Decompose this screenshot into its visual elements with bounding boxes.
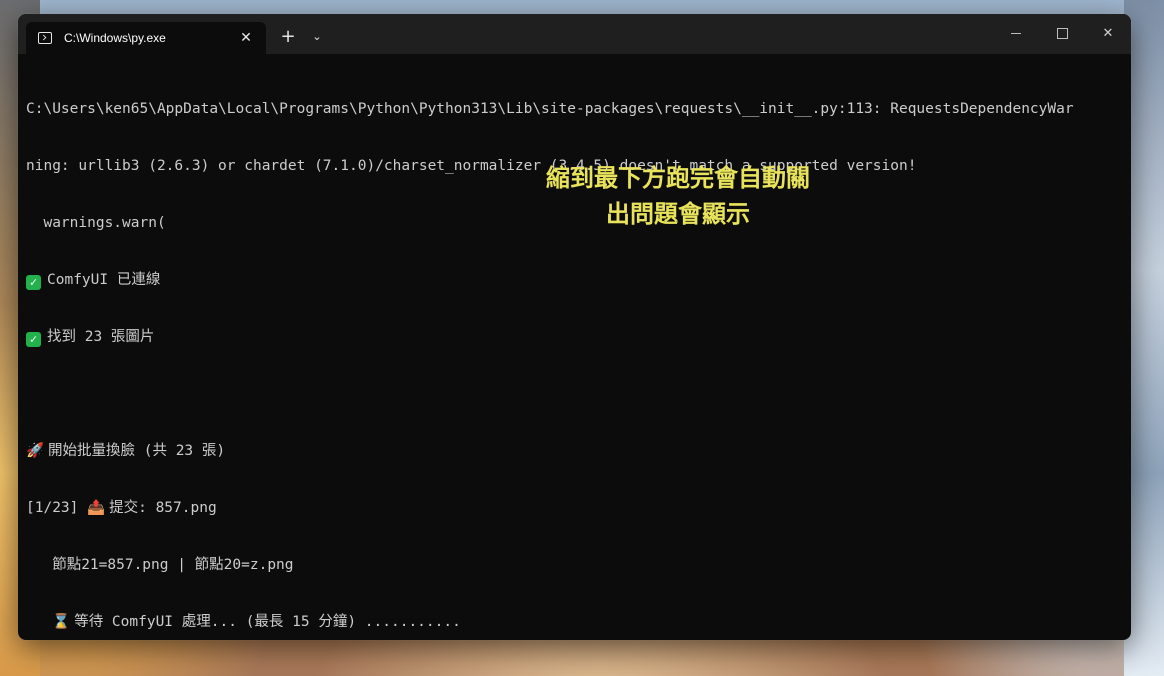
- terminal-line: ✓ 找到 23 張圖片: [26, 328, 1126, 347]
- maximize-button[interactable]: [1039, 14, 1085, 54]
- status-text: 提交: 857.png: [109, 500, 217, 516]
- check-icon: ✓: [26, 332, 41, 347]
- tab-title: C:\Windows\py.exe: [64, 31, 166, 45]
- overlay-annotation: 縮到最下方跑完會自動關 出問題會顯示: [498, 160, 858, 232]
- terminal-line: 節點21=857.png | 節點20=z.png: [26, 557, 294, 573]
- terminal-line: 🚀 開始批量換臉 (共 23 張): [26, 442, 1126, 461]
- terminal-window: C:\Windows\py.exe ✕ + ⌄ ✕ C:\Users\ken65…: [18, 14, 1131, 640]
- tab-dropdown-icon[interactable]: ⌄: [306, 24, 328, 50]
- annotation-line-2: 出問題會顯示: [606, 200, 750, 228]
- rocket-icon: 🚀: [26, 443, 45, 459]
- terminal-output[interactable]: C:\Users\ken65\AppData\Local\Programs\Py…: [26, 62, 1126, 640]
- terminal-line: ✓ ComfyUI 已連線: [26, 271, 1126, 290]
- minimize-icon: [1011, 33, 1021, 34]
- terminal-line: [1/23] 📤 提交: 857.png: [26, 499, 1126, 518]
- status-text: 等待 ComfyUI 處理... (最長 15 分鐘) ...........: [74, 614, 461, 630]
- annotation-line-1: 縮到最下方跑完會自動關: [546, 164, 810, 192]
- new-tab-button[interactable]: +: [276, 24, 300, 50]
- terminal-icon: [38, 32, 52, 44]
- maximize-icon: [1056, 28, 1068, 39]
- terminal-line: C:\Users\ken65\AppData\Local\Programs\Py…: [26, 101, 1074, 117]
- status-text: ComfyUI 已連線: [47, 272, 161, 288]
- hourglass-icon: ⌛: [52, 614, 71, 630]
- terminal-line: ⌛ 等待 ComfyUI 處理... (最長 15 分鐘) ...........: [26, 613, 1126, 632]
- status-text: 找到 23 張圖片: [47, 329, 155, 345]
- tab-py-exe[interactable]: C:\Windows\py.exe ✕: [26, 22, 266, 54]
- close-button[interactable]: ✕: [1085, 14, 1131, 54]
- tab-close-icon[interactable]: ✕: [232, 30, 260, 46]
- minimize-button[interactable]: [993, 14, 1039, 54]
- title-bar[interactable]: C:\Windows\py.exe ✕ + ⌄ ✕: [18, 14, 1131, 54]
- outbox-icon: 📤: [87, 500, 106, 516]
- status-text: 開始批量換臉 (共 23 張): [48, 443, 226, 459]
- check-icon: ✓: [26, 275, 41, 290]
- progress-counter: [1/23]: [26, 500, 88, 516]
